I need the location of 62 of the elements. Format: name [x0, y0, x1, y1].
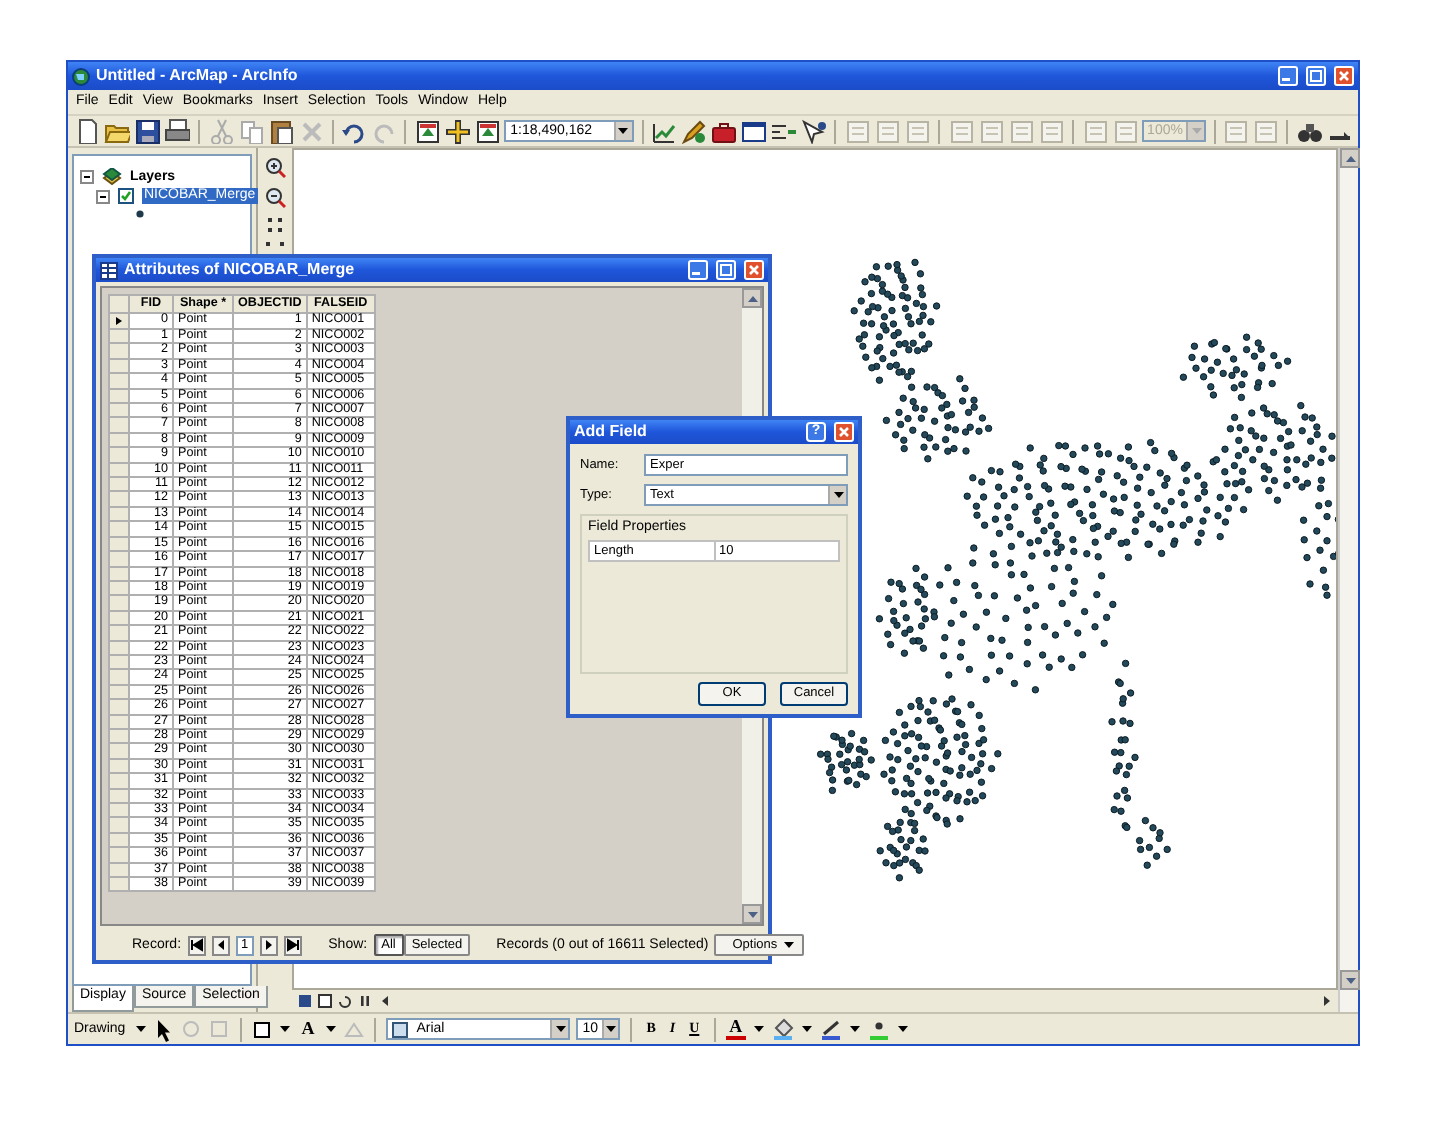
restore-button[interactable]	[1306, 66, 1326, 86]
chart-icon[interactable]	[650, 118, 677, 144]
arrow-icon[interactable]	[133, 1022, 148, 1036]
close-button[interactable]	[744, 260, 764, 280]
pointer-icon[interactable]	[153, 1017, 174, 1041]
minimize-button[interactable]	[1278, 66, 1298, 86]
add-data-icon[interactable]	[444, 118, 471, 144]
map-frame-icon[interactable]	[474, 118, 501, 144]
new-document-icon[interactable]	[74, 118, 100, 144]
rectangle-icon[interactable]	[251, 1019, 272, 1039]
close-button[interactable]	[834, 422, 854, 442]
layer-checkbox[interactable]	[118, 188, 134, 204]
maximize-button[interactable]	[716, 260, 736, 280]
toolbox-icon[interactable]	[710, 118, 737, 144]
point-cluster	[816, 729, 875, 795]
caret-icon[interactable]	[324, 1022, 339, 1036]
whats-this-icon[interactable]	[800, 118, 827, 144]
line-color-icon[interactable]	[820, 1018, 843, 1040]
arcmap-globe-icon	[72, 67, 90, 85]
minimize-button[interactable]	[688, 260, 708, 280]
map-frame-icon[interactable]	[414, 118, 441, 144]
window-title: Untitled - ArcMap - ArcInfo	[96, 67, 298, 85]
pause-icon[interactable]	[358, 994, 372, 1008]
arrow-icon[interactable]	[781, 938, 796, 952]
zoom-in-icon[interactable]	[264, 156, 286, 178]
window-title: Attributes of NICOBAR_Merge	[124, 261, 355, 279]
arrow-icon[interactable]	[553, 1022, 568, 1036]
current-row-icon	[110, 314, 126, 328]
scroll-right-icon[interactable]	[1320, 994, 1334, 1008]
pencil-icon[interactable]	[680, 118, 707, 144]
caret-icon[interactable]	[896, 1022, 911, 1036]
refresh-icon[interactable]	[338, 994, 352, 1008]
point-symbol-icon	[136, 210, 144, 218]
window-icon[interactable]	[740, 118, 767, 144]
font-color-button[interactable]: A	[725, 1018, 747, 1040]
expand-toggle[interactable]	[80, 170, 94, 184]
caret-icon[interactable]	[752, 1022, 767, 1036]
print-icon[interactable]	[164, 118, 190, 144]
caret-icon[interactable]	[800, 1022, 815, 1036]
scroll-left-icon[interactable]	[378, 994, 392, 1008]
table-window-icon	[100, 261, 118, 279]
arrow-icon[interactable]	[616, 124, 631, 138]
layers-icon	[102, 168, 122, 186]
paste-icon[interactable]	[267, 118, 294, 144]
layout-view-icon[interactable]	[298, 994, 312, 1008]
marker-color-icon[interactable]	[868, 1018, 891, 1040]
expand-toggle[interactable]	[96, 189, 110, 203]
caret-icon[interactable]	[848, 1022, 863, 1036]
font-icon	[392, 1021, 409, 1037]
arrow-icon[interactable]	[604, 1022, 619, 1036]
close-button[interactable]	[1334, 66, 1354, 86]
save-icon[interactable]	[134, 118, 160, 144]
caret-icon[interactable]	[277, 1022, 292, 1036]
fixed-zoom-in-icon[interactable]	[266, 216, 284, 234]
zoom-out-icon[interactable]	[264, 186, 286, 208]
text-tool-button[interactable]: A	[297, 1019, 319, 1039]
binoculars-icon[interactable]	[1295, 118, 1322, 144]
dialog-title: Add Field	[574, 423, 647, 441]
data-view-icon[interactable]	[318, 994, 332, 1008]
header-cell	[109, 295, 129, 313]
arrow-icon[interactable]	[831, 488, 845, 502]
fill-color-icon[interactable]	[772, 1018, 795, 1040]
